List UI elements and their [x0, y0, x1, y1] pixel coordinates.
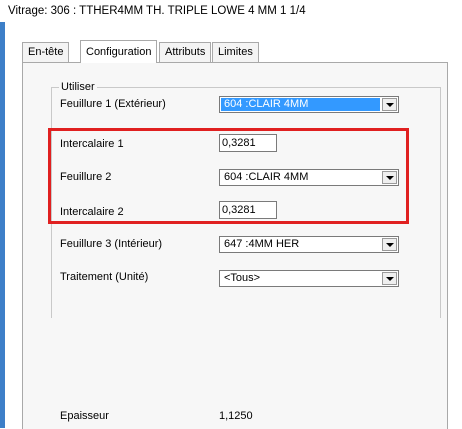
chevron-down-icon[interactable] [382, 98, 397, 111]
window-title: Vitrage: 306 : TTHER4MM TH. TRIPLE LOWE … [8, 5, 306, 17]
feuillure-1-select[interactable]: 604 :CLAIR 4MM [219, 96, 399, 113]
traitement-label: Traitement (Unité) [60, 271, 149, 283]
intercalaire-2-label: Intercalaire 2 [60, 206, 124, 218]
glazing-window: Vitrage: 306 : TTHER4MM TH. TRIPLE LOWE … [0, 0, 462, 429]
chevron-down-icon[interactable] [382, 272, 397, 285]
intercalaire-1-input[interactable]: 0,3281 [219, 134, 277, 152]
intercalaire-1-label: Intercalaire 1 [60, 138, 124, 150]
tab-en-tete[interactable]: En-tête [22, 42, 70, 62]
feuillure-1-value: 604 :CLAIR 4MM [221, 98, 380, 111]
feuillure-3-label: Feuillure 3 (Intérieur) [60, 238, 163, 250]
feuillure-3-value: 647 :4MM HER [224, 238, 300, 250]
feuillure-1-label: Feuillure 1 (Extérieur) [60, 98, 166, 110]
feuillure-2-label: Feuillure 2 [60, 171, 112, 183]
feuillure-3-select[interactable]: 647 :4MM HER [219, 236, 399, 253]
tab-limites[interactable]: Limites [212, 42, 259, 62]
epaisseur-label: Epaisseur [60, 410, 109, 422]
chevron-down-icon[interactable] [382, 238, 397, 251]
epaisseur-value: 1,1250 [219, 410, 253, 422]
feuillure-2-value: 604 :CLAIR 4MM [224, 171, 309, 183]
intercalaire-2-input[interactable]: 0,3281 [219, 201, 277, 219]
chevron-down-icon[interactable] [382, 171, 397, 184]
traitement-value: <Tous> [224, 272, 261, 284]
traitement-select[interactable]: <Tous> [219, 270, 399, 287]
tab-attributs[interactable]: Attributs [159, 42, 212, 62]
window-left-border [0, 22, 5, 428]
tab-configuration[interactable]: Configuration [80, 40, 158, 63]
feuillure-2-select[interactable]: 604 :CLAIR 4MM [219, 169, 399, 186]
use-group-label: Utiliser [59, 81, 97, 93]
